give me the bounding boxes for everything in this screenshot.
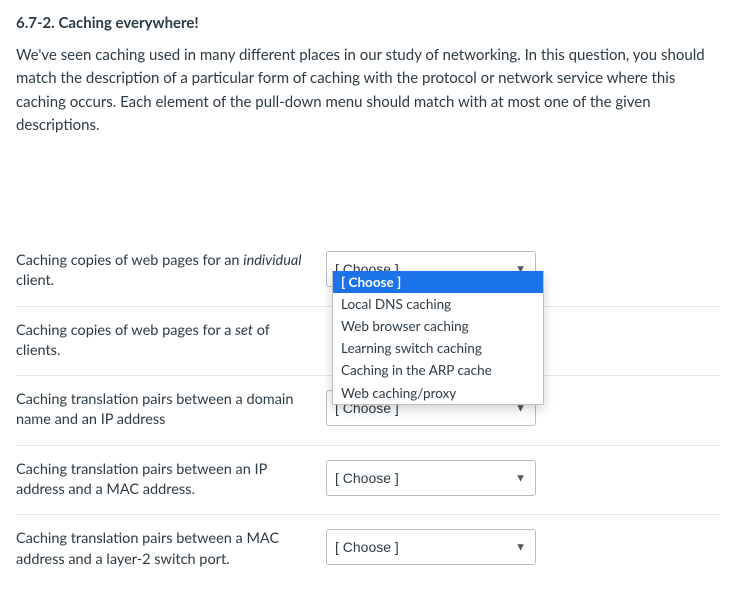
match-select[interactable]: [ Choose ] <box>326 460 536 496</box>
question-title: 6.7-2. Caching everywhere! <box>16 14 720 32</box>
dropdown-option[interactable]: Web browser caching <box>333 315 543 337</box>
dropdown-popup: [ Choose ]Local DNS cachingWeb browser c… <box>332 271 544 405</box>
match-select[interactable]: [ Choose ] <box>326 529 536 565</box>
match-row: Caching translation pairs between a MAC … <box>16 515 720 584</box>
match-description: Caching translation pairs between a MAC … <box>16 529 326 570</box>
dropdown-option[interactable]: Learning switch caching <box>333 337 543 359</box>
match-row: Caching translation pairs between an IP … <box>16 446 720 516</box>
question-body: We've seen caching used in many differen… <box>16 44 720 137</box>
matching-area: Caching copies of web pages for an indiv… <box>16 237 720 584</box>
match-description: Caching translation pairs between an IP … <box>16 460 326 501</box>
dropdown-option[interactable]: [ Choose ] <box>333 271 543 293</box>
dropdown-option[interactable]: Web caching/proxy <box>333 382 543 404</box>
question-container: 6.7-2. Caching everywhere! We've seen ca… <box>0 0 736 614</box>
match-description: Caching copies of web pages for an indiv… <box>16 251 326 292</box>
match-description: Caching translation pairs between a doma… <box>16 390 326 431</box>
match-description: Caching copies of web pages for a set of… <box>16 321 326 362</box>
dropdown-option[interactable]: Caching in the ARP cache <box>333 359 543 381</box>
match-select-wrap: [ Choose ] ▼ <box>326 460 536 496</box>
dropdown-option[interactable]: Local DNS caching <box>333 293 543 315</box>
match-row: Caching copies of web pages for a set of… <box>16 307 720 377</box>
match-select-wrap: [ Choose ] ▼ <box>326 529 536 565</box>
